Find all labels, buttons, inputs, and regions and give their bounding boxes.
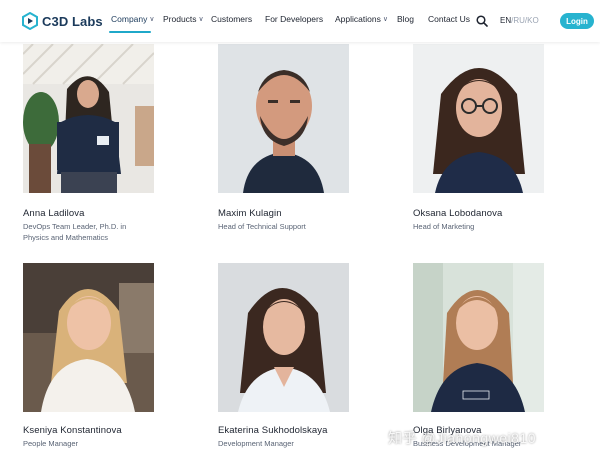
lang-en[interactable]: EN bbox=[500, 16, 511, 25]
member-name: Maxim Kulagin bbox=[218, 208, 282, 219]
team-photo bbox=[23, 44, 154, 193]
nav-for-developers[interactable]: For Developers bbox=[265, 14, 323, 24]
member-name: Anna Ladilova bbox=[23, 208, 85, 219]
team-card-olga-birlyanova: Olga Birlyanova Business Development Man… bbox=[413, 263, 544, 448]
member-role-line: People Manager bbox=[23, 439, 79, 448]
team-card-maxim-kulagin: Maxim Kulagin Head of Technical Support bbox=[218, 44, 349, 231]
portrait-image bbox=[23, 44, 154, 193]
member-role-line: Head of Marketing bbox=[413, 222, 475, 231]
portrait-image bbox=[218, 44, 349, 193]
portrait-image bbox=[413, 44, 544, 193]
watermark: 知乎 @Jiahongwei810 bbox=[388, 430, 537, 446]
team-card-oksana-lobodanova: Oksana Lobodanova Head of Marketing bbox=[413, 44, 544, 231]
portrait-image bbox=[413, 263, 544, 412]
member-role-line: Head of Technical Support bbox=[218, 222, 306, 231]
nav-products[interactable]: Products ∨ bbox=[163, 14, 204, 24]
nav-customers-label: Customers bbox=[211, 14, 253, 24]
login-button[interactable]: Login bbox=[560, 13, 594, 29]
team-photo bbox=[413, 263, 544, 412]
lang-ko[interactable]: KO bbox=[527, 16, 539, 25]
nav-customers[interactable]: Customers bbox=[211, 14, 252, 24]
member-name: Oksana Lobodanova bbox=[413, 208, 503, 219]
member-role: Head of Marketing bbox=[413, 221, 553, 232]
lang-ru[interactable]: RU bbox=[513, 16, 525, 25]
member-name: Ekaterina Sukhodolskaya bbox=[218, 425, 328, 436]
nav-blog[interactable]: Blog bbox=[397, 14, 414, 24]
active-nav-indicator bbox=[109, 31, 151, 33]
nav-applications[interactable]: Applications ∨ bbox=[335, 14, 388, 24]
search-icon[interactable] bbox=[476, 15, 488, 27]
chevron-down-icon: ∨ bbox=[149, 16, 155, 23]
brand-logo[interactable]: C3D Labs bbox=[22, 12, 103, 30]
member-role: DevOps Team Leader, Ph.D. in Physics and… bbox=[23, 221, 163, 243]
nav-contact-us-label: Contact Us bbox=[428, 14, 471, 24]
language-switcher[interactable]: EN/RU/KO bbox=[500, 16, 539, 25]
nav-applications-label: Applications bbox=[335, 14, 381, 24]
member-role: Head of Technical Support bbox=[218, 221, 358, 232]
nav-for-developers-label: For Developers bbox=[265, 14, 324, 24]
chevron-down-icon: ∨ bbox=[382, 16, 388, 23]
nav-products-label: Products bbox=[163, 14, 197, 24]
team-photo bbox=[413, 44, 544, 193]
portrait-image bbox=[218, 263, 349, 412]
member-role: People Manager bbox=[23, 438, 163, 449]
site-header: C3D Labs Company ∨ Products ∨ Customers … bbox=[0, 0, 600, 42]
team-card-ekaterina-sukhodolskaya: Ekaterina Sukhodolskaya Development Mana… bbox=[218, 263, 349, 448]
nav-contact-us[interactable]: Contact Us bbox=[428, 14, 470, 24]
nav-company-label: Company bbox=[111, 14, 148, 24]
team-card-kseniya-konstantinova: Kseniya Konstantinova People Manager bbox=[23, 263, 154, 448]
member-role-line: DevOps Team Leader, Ph.D. in bbox=[23, 222, 127, 231]
portrait-image bbox=[23, 263, 154, 412]
member-role-line: Development Manager bbox=[218, 439, 294, 448]
brand-name: C3D Labs bbox=[42, 13, 103, 29]
team-photo bbox=[218, 44, 349, 193]
team-photo bbox=[23, 263, 154, 412]
member-role: Development Manager bbox=[218, 438, 358, 449]
member-role-line: Physics and Mathematics bbox=[23, 233, 109, 242]
nav-company[interactable]: Company ∨ bbox=[111, 14, 155, 24]
c3d-logo-icon bbox=[22, 12, 38, 30]
team-card-anna-ladilova: Anna Ladilova DevOps Team Leader, Ph.D. … bbox=[23, 44, 154, 242]
nav-blog-label: Blog bbox=[397, 14, 415, 24]
chevron-down-icon: ∨ bbox=[198, 16, 204, 23]
member-name: Kseniya Konstantinova bbox=[23, 425, 122, 436]
team-photo bbox=[218, 263, 349, 412]
